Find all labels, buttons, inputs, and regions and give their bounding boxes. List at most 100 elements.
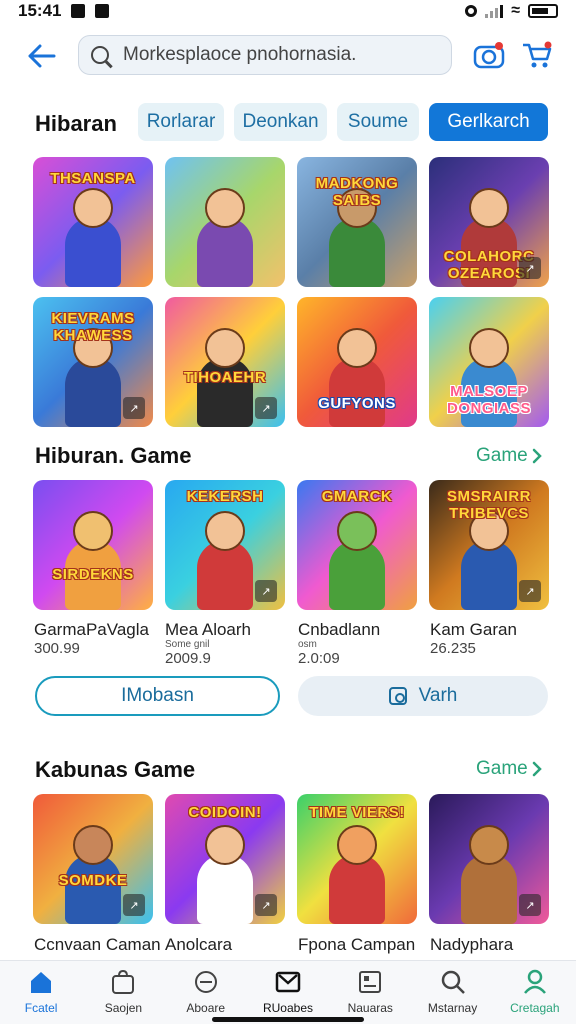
status-time: 15:41 — [18, 1, 62, 20]
see-all-label: Game — [476, 758, 528, 779]
featured-tile[interactable]: COLAHORC OZEAROSI ↗ — [429, 157, 549, 287]
see-all-label: Game — [476, 445, 528, 466]
nav-news[interactable]: Nauaras — [329, 961, 411, 1024]
kabunas-card[interactable]: COIDOIN! ↗ — [165, 794, 285, 924]
bottom-nav: Fcatel Saojen Aboare RUoabes Nauaras Mst… — [0, 960, 576, 1024]
camera-small-icon — [388, 687, 407, 705]
tile-title: KEKERSH — [186, 487, 264, 505]
game-price: 26.235 — [430, 640, 476, 657]
nav-updates[interactable]: RUoabes — [247, 961, 329, 1024]
back-button[interactable] — [22, 36, 62, 76]
chip-soume[interactable]: Soume — [337, 103, 419, 141]
location-icon — [465, 5, 478, 17]
game-card[interactable]: SIRDEKNS — [33, 480, 153, 610]
expand-icon: ↗ — [519, 580, 541, 602]
tile-title: TIME VIERS! — [309, 804, 405, 822]
search-nav-icon — [441, 970, 465, 994]
cart-button[interactable] — [518, 36, 556, 74]
game-name: Nadyphara — [430, 935, 514, 954]
game-sub: Some gnil — [165, 639, 210, 650]
search-bar[interactable] — [78, 35, 452, 75]
game-caption: GarmaPaVagla 300.99 — [34, 620, 164, 657]
featured-tile[interactable]: MADKONG SAIBS — [297, 157, 417, 287]
chip-gerlkarch[interactable]: Gerlkarch — [429, 103, 548, 141]
expand-icon: ↗ — [519, 894, 541, 916]
tile-title: GUFYONS — [318, 394, 396, 412]
nav-label: Aboare — [186, 1001, 226, 1015]
game-name: Fpona Campan — [298, 935, 416, 954]
featured-tile[interactable]: TIHOAEHR ↗ — [165, 297, 285, 427]
imobasn-button[interactable]: IMobasn — [35, 676, 280, 716]
game-name: Mea Aloarh — [165, 620, 251, 639]
featured-tile[interactable] — [165, 157, 285, 287]
kabunas-caption: Fpona Campan — [298, 935, 428, 955]
chip-deonkan[interactable]: Deonkan — [234, 103, 327, 141]
featured-tile[interactable]: MALSOEP DONGIASS — [429, 297, 549, 427]
expand-icon: ↗ — [123, 894, 145, 916]
chevron-right-icon — [532, 448, 542, 464]
expand-icon: ↗ — [255, 894, 277, 916]
expand-icon: ↗ — [123, 397, 145, 419]
grid-icon — [359, 971, 382, 993]
tile-title: TIHOAEHR — [183, 368, 267, 386]
game-caption: Cnbadlann osm 2.0:09 — [298, 620, 428, 667]
see-all-kabunas-link[interactable]: Game — [476, 758, 542, 780]
arrow-left-icon — [28, 44, 56, 68]
tile-title: COIDOIN! — [188, 804, 262, 822]
expand-icon: ↗ — [255, 397, 277, 419]
nav-home[interactable]: Fcatel — [0, 961, 82, 1024]
profile-icon — [523, 969, 546, 994]
featured-tile[interactable]: THSANSPA — [33, 157, 153, 287]
game-sub: osm — [298, 639, 317, 650]
mail-icon — [275, 971, 301, 993]
nav-search[interactable]: Mstarnay — [411, 961, 493, 1024]
expand-icon: ↗ — [519, 257, 541, 279]
tile-title: GMARCK — [321, 487, 393, 505]
see-all-game-link[interactable]: Game — [476, 445, 542, 467]
nav-explore[interactable]: Aboare — [165, 961, 247, 1024]
tile-title: SIRDEKNS — [52, 565, 134, 583]
game-card[interactable]: SMSRAIRR TRIBEVCS ↗ — [429, 480, 549, 610]
nav-store[interactable]: Saojen — [82, 961, 164, 1024]
game-price: 300.99 — [34, 640, 80, 657]
signal-icon — [485, 4, 504, 18]
game-card[interactable]: KEKERSH ↗ — [165, 480, 285, 610]
tile-title: KIEVRAMS KHAWESS — [51, 310, 135, 344]
tile-title: SOMDKE — [58, 872, 128, 889]
chip-rorlarar[interactable]: Rorlarar — [138, 103, 224, 141]
game-price: 2.0:09 — [298, 650, 340, 667]
nav-label: RUoabes — [262, 1001, 313, 1015]
chevron-right-icon — [532, 761, 542, 777]
section-title-kabunas-game: Kabunas Game — [35, 757, 196, 782]
image-notification-icon — [95, 4, 110, 18]
nav-label: Cretagah — [510, 1001, 560, 1015]
game-grid: SIRDEKNS KEKERSH ↗ GMARCK SMSRAIRR TRIBEV… — [33, 480, 549, 610]
tile-title: THSANSPA — [50, 170, 136, 187]
nav-profile[interactable]: Cretagah — [494, 961, 576, 1024]
kabunas-grid: SOMDKE ↗ COIDOIN! ↗ TIME VIERS! ↗ — [33, 794, 549, 924]
kabunas-caption: Ccnvaan Caman — [34, 935, 164, 955]
game-card[interactable]: GMARCK — [297, 480, 417, 610]
nav-label: Saojen — [104, 1001, 143, 1015]
featured-grid: THSANSPA MADKONG SAIBS COLAHORC OZEAROSI… — [33, 157, 549, 427]
camera-button[interactable] — [470, 36, 508, 74]
search-icon — [91, 46, 109, 64]
game-name: Ccnvaan Caman — [34, 935, 161, 954]
expand-icon: ↗ — [255, 580, 277, 602]
featured-tile[interactable]: GUFYONS — [297, 297, 417, 427]
battery-icon — [528, 4, 558, 18]
varh-button[interactable]: Varh — [298, 676, 548, 716]
game-name: Kam Garan — [430, 620, 517, 639]
game-name: GarmaPaVagla — [34, 620, 149, 639]
game-name: Anolcara — [165, 935, 233, 954]
tile-title: MALSOEP DONGIASS — [446, 382, 531, 417]
nav-label: Mstarnay — [427, 1001, 478, 1015]
home-icon — [31, 972, 52, 993]
kabunas-card[interactable]: ↗ — [429, 794, 549, 924]
kabunas-card[interactable]: TIME VIERS! — [297, 794, 417, 924]
cart-icon — [523, 41, 552, 68]
home-indicator — [212, 1017, 364, 1022]
search-input[interactable] — [123, 44, 423, 66]
kabunas-card[interactable]: SOMDKE ↗ — [33, 794, 153, 924]
featured-tile[interactable]: KIEVRAMS KHAWESS ↗ — [33, 297, 153, 427]
